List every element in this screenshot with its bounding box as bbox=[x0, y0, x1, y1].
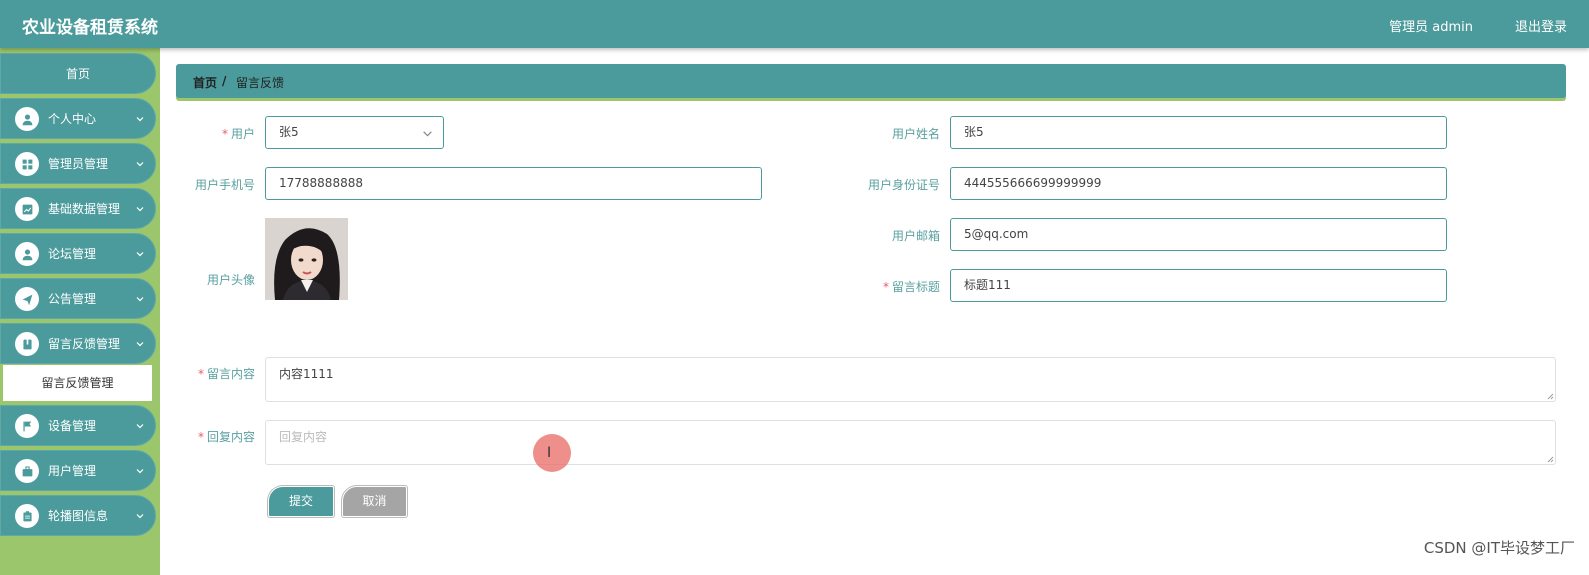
user-select-value: 张5 bbox=[279, 125, 299, 139]
message-content-value: 内容1111 bbox=[279, 367, 334, 381]
sidebar-item-label: 轮播图信息 bbox=[48, 509, 109, 523]
current-user-label: 管理员 admin bbox=[1389, 20, 1473, 35]
sidebar-item-label: 设备管理 bbox=[48, 419, 97, 433]
chevron-down-icon bbox=[136, 297, 144, 302]
clipboard-icon bbox=[15, 504, 39, 528]
message-title-field[interactable]: 标题111 bbox=[950, 269, 1447, 302]
user-id-number-field[interactable]: 444555666699999999 bbox=[950, 167, 1447, 200]
chevron-down-icon bbox=[136, 207, 144, 212]
chevron-down-icon bbox=[136, 514, 144, 519]
user-id-number-label: 用户身份证号 bbox=[867, 178, 940, 192]
user-icon bbox=[15, 107, 39, 131]
required-mark: * bbox=[197, 430, 204, 444]
sidebar-item-basic-data[interactable]: 基础数据管理 bbox=[0, 188, 156, 229]
sidebar-item-admin[interactable]: 管理员管理 bbox=[0, 143, 156, 184]
chevron-down-icon bbox=[136, 342, 144, 347]
required-mark: * bbox=[197, 367, 204, 381]
required-mark: * bbox=[882, 280, 889, 294]
reply-content-textarea[interactable]: 回复内容 bbox=[265, 420, 1556, 465]
sidebar-item-users[interactable]: 用户管理 bbox=[0, 450, 156, 491]
user-email-field[interactable]: 5@qq.com bbox=[950, 218, 1447, 251]
watermark: CSDN @IT毕设梦工厂 bbox=[1423, 539, 1575, 557]
chevron-down-icon bbox=[423, 131, 432, 137]
user-name-field[interactable]: 张5 bbox=[950, 116, 1447, 149]
breadcrumb-separator: / bbox=[222, 74, 227, 88]
chevron-down-icon bbox=[136, 162, 144, 167]
sidebar-item-notice[interactable]: 公告管理 bbox=[0, 278, 156, 319]
user-phone-field[interactable]: 17788888888 bbox=[265, 167, 762, 200]
user-avatar-label: 用户头像 bbox=[206, 273, 255, 287]
sidebar-item-forum[interactable]: 论坛管理 bbox=[0, 233, 156, 274]
reply-content-label: * 回复内容 bbox=[197, 430, 255, 444]
user-label: * 用户 bbox=[221, 127, 255, 141]
flag-icon bbox=[15, 414, 39, 438]
cancel-button[interactable]: 取消 bbox=[342, 486, 407, 517]
sidebar-item-carousel[interactable]: 轮播图信息 bbox=[0, 495, 156, 536]
sidebar-subitem-feedback-management[interactable]: 留言反馈管理 bbox=[3, 365, 152, 401]
required-mark: * bbox=[221, 127, 228, 141]
click-indicator bbox=[533, 434, 571, 472]
resize-grip-icon[interactable] bbox=[1546, 455, 1554, 463]
user-name-label: 用户姓名 bbox=[891, 127, 940, 141]
submit-button[interactable]: 提交 bbox=[268, 486, 334, 517]
app-title: 农业设备租赁系统 bbox=[22, 18, 158, 38]
message-content-textarea[interactable]: 内容1111 bbox=[265, 357, 1556, 402]
sidebar-item-label: 公告管理 bbox=[48, 292, 97, 306]
sidebar-item-label: 基础数据管理 bbox=[48, 202, 121, 216]
sidebar-item-label: 留言反馈管理 bbox=[48, 337, 121, 351]
message-content-label: * 留言内容 bbox=[197, 367, 255, 381]
breadcrumb-current: 留言反馈 bbox=[236, 76, 285, 90]
resize-grip-icon[interactable] bbox=[1546, 392, 1554, 400]
sidebar-item-home[interactable]: 首页 bbox=[0, 53, 156, 94]
breadcrumb: 首页 / 留言反馈 bbox=[176, 64, 1566, 98]
user-avatar-image[interactable] bbox=[265, 218, 348, 300]
message-title-label: * 留言标题 bbox=[882, 280, 940, 294]
user-icon bbox=[15, 242, 39, 266]
reply-content-placeholder: 回复内容 bbox=[279, 430, 328, 444]
top-bar: 农业设备租赁系统 管理员 admin 退出登录 bbox=[0, 0, 1589, 48]
send-icon bbox=[15, 287, 39, 311]
grid-icon bbox=[15, 152, 39, 176]
chevron-down-icon bbox=[136, 469, 144, 474]
sidebar-item-feedback[interactable]: 留言反馈管理 bbox=[0, 323, 156, 364]
briefcase-icon bbox=[15, 459, 39, 483]
sidebar-item-label: 用户管理 bbox=[48, 464, 97, 478]
sidebar-item-profile[interactable]: 个人中心 bbox=[0, 98, 156, 139]
chart-icon bbox=[15, 197, 39, 221]
text-cursor-icon: I bbox=[547, 445, 552, 461]
user-phone-label: 用户手机号 bbox=[194, 178, 255, 192]
sidebar-item-equipment[interactable]: 设备管理 bbox=[0, 405, 156, 446]
sidebar-item-label: 个人中心 bbox=[48, 112, 97, 126]
chevron-down-icon bbox=[136, 252, 144, 257]
sidebar-item-label: 管理员管理 bbox=[48, 157, 109, 171]
book-icon bbox=[15, 332, 39, 356]
user-select[interactable]: 张5 bbox=[265, 116, 444, 149]
breadcrumb-home[interactable]: 首页 bbox=[193, 74, 217, 91]
logout-link[interactable]: 退出登录 bbox=[1515, 16, 1567, 35]
sidebar-item-label: 论坛管理 bbox=[48, 247, 97, 261]
user-email-label: 用户邮箱 bbox=[891, 229, 940, 243]
chevron-down-icon bbox=[136, 117, 144, 122]
